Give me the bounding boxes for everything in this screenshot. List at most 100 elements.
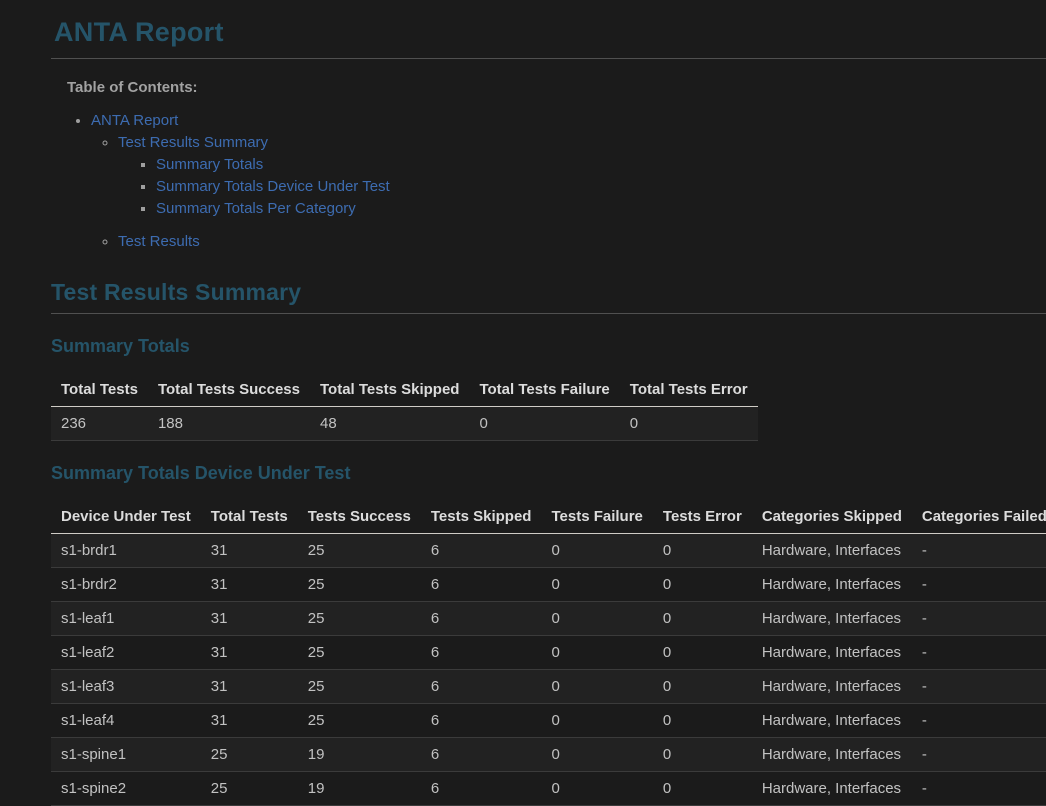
cell-categories-failed: - xyxy=(912,772,1046,806)
cell-tests-error: 0 xyxy=(653,534,752,568)
toc-link-summary-totals-device-under-test[interactable]: Summary Totals Device Under Test xyxy=(156,178,390,195)
device-under-test-table: Device Under Test Total Tests Tests Succ… xyxy=(51,500,1046,806)
cell-total-tests: 31 xyxy=(201,670,298,704)
cell-categories-skipped: Hardware, Interfaces xyxy=(752,636,912,670)
column-header: Tests Success xyxy=(298,500,421,534)
cell-tests-failure: 0 xyxy=(541,704,652,738)
cell-total-tests: 236 xyxy=(51,407,148,441)
cell-total-tests-error: 0 xyxy=(620,407,758,441)
column-header: Total Tests Skipped xyxy=(310,373,469,407)
toc-item: ANTA Report Test Results Summary Summary… xyxy=(91,110,1046,253)
cell-device: s1-spine2 xyxy=(51,772,201,806)
cell-categories-skipped: Hardware, Interfaces xyxy=(752,534,912,568)
cell-tests-error: 0 xyxy=(653,636,752,670)
cell-total-tests: 25 xyxy=(201,772,298,806)
cell-tests-error: 0 xyxy=(653,704,752,738)
cell-categories-failed: - xyxy=(912,738,1046,772)
section-heading-test-results-summary: Test Results Summary xyxy=(51,279,1046,305)
table-row: s1-leaf3 31 25 6 0 0 Hardware, Interface… xyxy=(51,670,1046,704)
cell-tests-error: 0 xyxy=(653,568,752,602)
cell-tests-skipped: 6 xyxy=(421,670,542,704)
cell-tests-error: 0 xyxy=(653,772,752,806)
cell-tests-skipped: 6 xyxy=(421,568,542,602)
cell-total-tests: 31 xyxy=(201,704,298,738)
cell-total-tests: 31 xyxy=(201,534,298,568)
column-header: Total Tests xyxy=(201,500,298,534)
cell-tests-skipped: 6 xyxy=(421,738,542,772)
toc-link-test-results-summary[interactable]: Test Results Summary xyxy=(118,134,268,151)
cell-tests-failure: 0 xyxy=(541,738,652,772)
cell-tests-failure: 0 xyxy=(541,636,652,670)
table-of-contents: ANTA Report Test Results Summary Summary… xyxy=(51,110,1046,253)
column-header: Device Under Test xyxy=(51,500,201,534)
cell-total-tests: 31 xyxy=(201,602,298,636)
column-header: Total Tests Success xyxy=(148,373,310,407)
cell-tests-error: 0 xyxy=(653,602,752,636)
column-header: Total Tests Failure xyxy=(469,373,619,407)
cell-categories-skipped: Hardware, Interfaces xyxy=(752,704,912,738)
toc-item: Test Results xyxy=(118,231,1046,253)
column-header: Categories Failed xyxy=(912,500,1046,534)
cell-tests-skipped: 6 xyxy=(421,772,542,806)
cell-tests-success: 25 xyxy=(298,534,421,568)
cell-tests-success: 19 xyxy=(298,772,421,806)
cell-total-tests: 31 xyxy=(201,568,298,602)
table-row: s1-leaf2 31 25 6 0 0 Hardware, Interface… xyxy=(51,636,1046,670)
toc-link-summary-totals-per-category[interactable]: Summary Totals Per Category xyxy=(156,200,356,217)
page-title: ANTA Report xyxy=(54,17,1046,48)
cell-device: s1-leaf1 xyxy=(51,602,201,636)
cell-device: s1-brdr1 xyxy=(51,534,201,568)
cell-device: s1-leaf4 xyxy=(51,704,201,738)
table-row: 236 188 48 0 0 xyxy=(51,407,758,441)
cell-tests-skipped: 6 xyxy=(421,602,542,636)
cell-categories-failed: - xyxy=(912,670,1046,704)
cell-total-tests-success: 188 xyxy=(148,407,310,441)
toc-link-summary-totals[interactable]: Summary Totals xyxy=(156,156,263,173)
cell-tests-success: 25 xyxy=(298,602,421,636)
cell-device: s1-brdr2 xyxy=(51,568,201,602)
cell-tests-failure: 0 xyxy=(541,568,652,602)
cell-total-tests-skipped: 48 xyxy=(310,407,469,441)
table-row: s1-leaf1 31 25 6 0 0 Hardware, Interface… xyxy=(51,602,1046,636)
cell-tests-skipped: 6 xyxy=(421,704,542,738)
cell-categories-skipped: Hardware, Interfaces xyxy=(752,670,912,704)
cell-categories-failed: - xyxy=(912,704,1046,738)
cell-categories-failed: - xyxy=(912,636,1046,670)
summary-totals-table: Total Tests Total Tests Success Total Te… xyxy=(51,373,758,441)
toc-item: Test Results Summary Summary Totals Summ… xyxy=(118,132,1046,220)
column-header: Categories Skipped xyxy=(752,500,912,534)
toc-item: Summary Totals Per Category xyxy=(156,198,1046,220)
cell-categories-failed: - xyxy=(912,534,1046,568)
cell-tests-success: 25 xyxy=(298,636,421,670)
cell-device: s1-leaf3 xyxy=(51,670,201,704)
cell-categories-failed: - xyxy=(912,568,1046,602)
column-header: Tests Failure xyxy=(541,500,652,534)
title-divider xyxy=(51,58,1046,59)
cell-tests-success: 19 xyxy=(298,738,421,772)
report-page: ANTA Report Table of Contents: ANTA Repo… xyxy=(0,0,1046,806)
cell-tests-success: 25 xyxy=(298,568,421,602)
table-row: s1-leaf4 31 25 6 0 0 Hardware, Interface… xyxy=(51,704,1046,738)
toc-item: Summary Totals Device Under Test xyxy=(156,176,1046,198)
table-row: s1-spine1 25 19 6 0 0 Hardware, Interfac… xyxy=(51,738,1046,772)
section-heading-summary-totals-device-under-test: Summary Totals Device Under Test xyxy=(51,463,1046,484)
toc-link-test-results[interactable]: Test Results xyxy=(118,233,200,250)
cell-categories-skipped: Hardware, Interfaces xyxy=(752,602,912,636)
table-header-row: Device Under Test Total Tests Tests Succ… xyxy=(51,500,1046,534)
toc-link-anta-report[interactable]: ANTA Report xyxy=(91,112,178,129)
column-header: Total Tests xyxy=(51,373,148,407)
cell-tests-failure: 0 xyxy=(541,772,652,806)
table-header-row: Total Tests Total Tests Success Total Te… xyxy=(51,373,758,407)
section-heading-summary-totals: Summary Totals xyxy=(51,336,1046,357)
cell-categories-failed: - xyxy=(912,602,1046,636)
cell-total-tests: 31 xyxy=(201,636,298,670)
toc-label: Table of Contents: xyxy=(67,79,1046,96)
column-header: Total Tests Error xyxy=(620,373,758,407)
cell-tests-failure: 0 xyxy=(541,670,652,704)
cell-categories-skipped: Hardware, Interfaces xyxy=(752,772,912,806)
cell-tests-skipped: 6 xyxy=(421,534,542,568)
cell-tests-skipped: 6 xyxy=(421,636,542,670)
cell-device: s1-leaf2 xyxy=(51,636,201,670)
cell-tests-failure: 0 xyxy=(541,534,652,568)
section-divider xyxy=(51,313,1046,314)
